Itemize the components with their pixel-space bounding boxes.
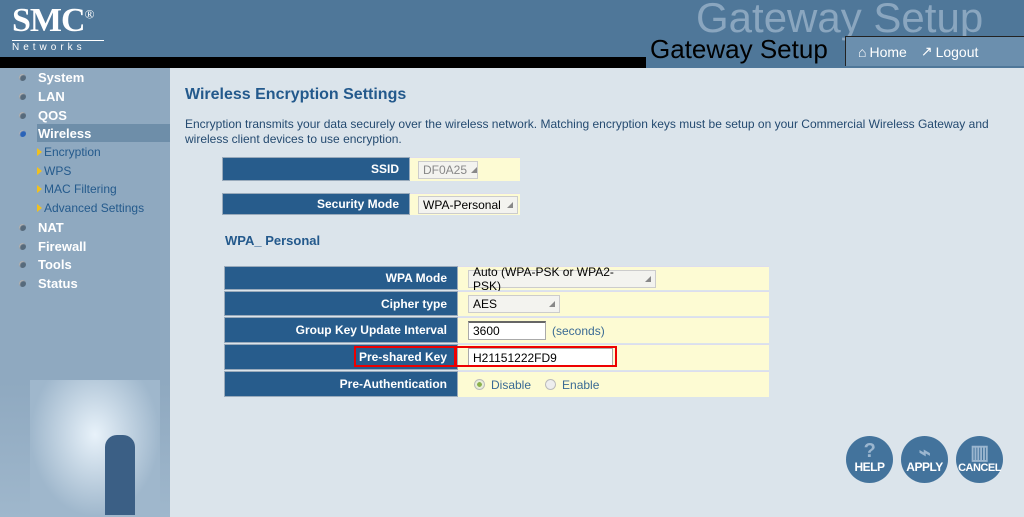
sidebar-item-wireless[interactable]: Wireless	[0, 124, 170, 142]
value: Auto (WPA-PSK or WPA2-PSK)	[473, 264, 614, 293]
preauth-row: Pre-Authentication Disable Enable	[224, 371, 769, 397]
preauth-label: Pre-Authentication	[224, 371, 458, 397]
header-nav: ⌂ Home ↗ Logout	[845, 36, 1024, 66]
label: Tools	[38, 256, 72, 272]
disable-label: Disable	[491, 377, 532, 392]
label: NAT	[38, 219, 64, 235]
disable-radio[interactable]	[474, 379, 485, 390]
dropdown-icon	[645, 275, 651, 282]
label: QOS	[38, 107, 67, 123]
arrow-icon	[37, 204, 42, 212]
cipher-row: Cipher type AES	[224, 291, 769, 316]
cipher-label: Cipher type	[224, 291, 458, 316]
logo-subtext: Networks	[12, 40, 104, 53]
sidebar-sub-mac-filtering[interactable]: MAC Filtering	[37, 182, 117, 196]
bullet-icon	[19, 111, 26, 119]
logout-icon: ↗	[920, 43, 933, 59]
highlight-box	[354, 346, 456, 367]
ssid-label: SSID	[222, 157, 410, 181]
enable-label: Enable	[562, 377, 600, 392]
wpa-mode-row: WPA Mode Auto (WPA-PSK or WPA2-PSK)	[224, 265, 769, 293]
label: LAN	[38, 88, 65, 104]
unit-label: (seconds)	[552, 323, 605, 338]
label: Encryption	[44, 145, 101, 159]
arrow-icon	[37, 167, 42, 175]
highlight-box	[455, 346, 617, 367]
logo-text: SMC	[12, 2, 86, 39]
label: Firewall	[38, 238, 87, 254]
security-mode-label: Security Mode	[222, 193, 410, 215]
sidebar-item-system[interactable]: System	[0, 68, 170, 86]
header-divider	[0, 57, 646, 68]
help-button[interactable]: ? HELP	[846, 436, 893, 483]
dropdown-icon	[549, 301, 555, 307]
sidebar-item-nat[interactable]: NAT	[0, 218, 170, 236]
sidebar-item-firewall[interactable]: Firewall	[0, 237, 170, 255]
decorative-person-image	[30, 380, 160, 517]
sidebar-sub-wps[interactable]: WPS	[37, 164, 71, 178]
label: Advanced Settings	[44, 201, 145, 215]
cancel-button[interactable]: ▥ CANCEL	[956, 436, 1003, 483]
label: Wireless	[38, 125, 92, 141]
group-key-label: Group Key Update Interval	[224, 317, 458, 343]
ssid-row: SSID DF0A25	[222, 157, 520, 181]
group-key-interval-input[interactable]	[468, 321, 546, 340]
label: Status	[38, 275, 78, 291]
security-mode-select[interactable]: WPA-Personal	[418, 195, 518, 214]
page-heading: Gateway Setup	[650, 34, 828, 64]
page-title: Wireless Encryption Settings	[185, 86, 407, 103]
enable-radio[interactable]	[545, 379, 557, 390]
bullet-icon	[19, 73, 26, 81]
sidebar-sub-encryption[interactable]: Encryption	[37, 145, 101, 159]
home-link[interactable]: ⌂ Home	[858, 44, 907, 60]
logout-label: Logout	[935, 43, 979, 60]
arrow-icon	[37, 185, 42, 193]
label: CANCEL	[958, 462, 1001, 474]
label: System	[38, 69, 85, 85]
security-mode-row: Security Mode WPA-Personal	[222, 193, 520, 215]
bullet-icon	[19, 92, 26, 100]
value: DF0A25	[423, 162, 468, 177]
value: WPA-Personal	[423, 197, 501, 212]
bullet-icon	[19, 260, 26, 268]
logout-link[interactable]: ↗ Logout	[921, 43, 979, 60]
cipher-select[interactable]: AES	[468, 295, 560, 313]
wpa-mode-label: WPA Mode	[224, 266, 458, 290]
label: MAC Filtering	[44, 182, 117, 196]
bullet-icon	[19, 129, 26, 137]
sidebar-item-tools[interactable]: Tools	[0, 255, 170, 273]
wpa-mode-select[interactable]: Auto (WPA-PSK or WPA2-PSK)	[468, 265, 656, 293]
sidebar-item-lan[interactable]: LAN	[0, 87, 170, 105]
sidebar-sub-advanced[interactable]: Advanced Settings	[37, 201, 144, 215]
group-key-row: Group Key Update Interval (seconds)	[224, 317, 769, 343]
value: AES	[473, 297, 498, 311]
label: WPS	[44, 164, 72, 178]
dropdown-icon	[471, 166, 478, 173]
smc-logo: SMC®	[12, 2, 94, 39]
description: Encryption transmits your data securely …	[185, 117, 989, 146]
home-icon: ⌂	[858, 43, 867, 60]
apply-button[interactable]: ⌁ APPLY	[901, 436, 948, 483]
bullet-icon	[19, 279, 26, 287]
home-label: Home	[869, 43, 907, 60]
bullet-icon	[19, 223, 26, 231]
bullet-icon	[19, 242, 26, 250]
dropdown-icon	[507, 201, 513, 208]
sidebar-item-qos[interactable]: QOS	[0, 106, 170, 124]
section-title: WPA_ Personal	[225, 233, 321, 248]
label: HELP	[854, 460, 885, 474]
header: SMC® Networks Gateway Setup Gateway Setu…	[0, 0, 1024, 68]
sidebar-item-status[interactable]: Status	[0, 274, 170, 292]
arrow-icon	[37, 148, 42, 156]
label: APPLY	[906, 460, 943, 474]
ssid-select[interactable]: DF0A25	[418, 160, 478, 179]
